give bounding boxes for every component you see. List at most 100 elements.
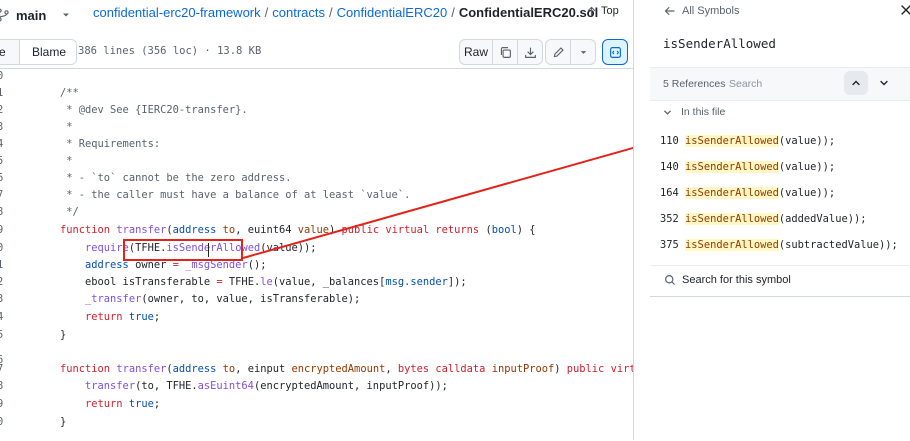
code-token: ;: [153, 311, 161, 323]
line-number[interactable]: 5: [0, 153, 7, 170]
line-number[interactable]: 1: [0, 85, 7, 102]
reference-match: isSenderAllowed: [685, 213, 779, 225]
breadcrumb-contracts[interactable]: contracts: [272, 5, 325, 20]
blame-tab[interactable]: Blame: [20, 40, 77, 64]
text-cursor: [208, 243, 209, 257]
line-number[interactable]: 9: [0, 222, 7, 239]
all-symbols-link[interactable]: All Symbols: [664, 5, 739, 17]
code-text: * @dev See {IERC20-transfer}.: [60, 102, 248, 119]
download-button[interactable]: [518, 40, 542, 64]
code-text: /**: [60, 85, 79, 102]
line-number[interactable]: 3: [0, 119, 7, 136]
chevron-down-icon: [663, 109, 672, 115]
code-token: (encryptedAmount, inputProof));: [253, 380, 448, 392]
code-line: 9 return true;: [0, 396, 634, 413]
reference-item[interactable]: 375 isSenderAllowed(subtractedValue));: [660, 234, 910, 256]
code-line: 8 */: [0, 204, 634, 221]
line-number[interactable]: 7: [0, 187, 7, 204]
code-token: return: [60, 311, 129, 323]
branch-selector[interactable]: main: [0, 4, 72, 26]
code-token: * - the caller must have a balance of at…: [60, 189, 411, 201]
symbols-panel-toggle[interactable]: [602, 39, 628, 65]
file-header: main confidential-erc20-framework / contra…: [0, 0, 634, 28]
code-token: ();: [247, 259, 267, 271]
code-token: * Requirements:: [60, 138, 161, 150]
code-line: 7 * - the caller must have a balance of …: [0, 187, 634, 204]
pencil-icon: [553, 46, 564, 57]
code-line: 8 transfer(to, TFHE.asEuint64(encryptedA…: [0, 378, 634, 395]
code-token: bytes calldata: [397, 363, 492, 375]
search-for-symbol[interactable]: Search for this symbol: [650, 265, 910, 297]
code-line: 3 _transfer(owner, to, value, isTransfer…: [0, 291, 634, 308]
breadcrumb-repo[interactable]: confidential-erc20-framework: [93, 5, 261, 20]
code-token: msg.sender: [385, 276, 448, 288]
in-this-file-group[interactable]: In this file: [662, 106, 725, 118]
line-number[interactable]: 4: [0, 136, 7, 153]
code-token: ]);: [447, 276, 467, 288]
symbols-icon: [609, 46, 621, 58]
edit-dropdown-button[interactable]: [571, 40, 595, 64]
line-number[interactable]: 7: [0, 361, 7, 378]
line-number[interactable]: 3: [0, 291, 7, 308]
line-number[interactable]: 8: [0, 204, 7, 221]
line-number[interactable]: 2: [0, 274, 7, 291]
code-line: 0 require(TFHE.isSenderAllowed(value));: [0, 240, 634, 257]
code-token: TFHE.: [228, 276, 261, 288]
top-button[interactable]: Top: [586, 5, 619, 17]
code-token: transfer: [116, 224, 167, 236]
line-number[interactable]: 8: [0, 378, 7, 395]
references-search[interactable]: Search: [729, 78, 762, 90]
code-token: ebool isTransferable: [60, 276, 217, 288]
line-number[interactable]: 4: [0, 309, 7, 326]
code-text: return true;: [60, 309, 160, 326]
code-token: ;: [153, 398, 161, 410]
reference-item[interactable]: 140 isSenderAllowed(value));: [660, 156, 910, 178]
code-token: asEuint64: [197, 380, 254, 392]
edit-button[interactable]: [546, 40, 571, 64]
code-token: *: [60, 155, 73, 167]
code-line: 5 *: [0, 153, 634, 170]
code-token: return: [60, 398, 129, 410]
line-number[interactable]: 5: [0, 327, 7, 344]
breadcrumb-folder[interactable]: ConfidentialERC20: [337, 5, 448, 20]
line-number[interactable]: 0: [0, 414, 7, 431]
line-number[interactable]: 1: [0, 257, 7, 274]
reference-match: isSenderAllowed: [685, 135, 779, 147]
line-number[interactable]: 0: [0, 240, 7, 257]
reference-rest: (subtractedValue));: [778, 239, 898, 251]
code-tab[interactable]: e: [0, 40, 20, 64]
code-token: * - `to` cannot be the zero address.: [60, 172, 292, 184]
code-line: 6 * - `to` cannot be the zero address.: [0, 170, 634, 187]
code-token: function: [60, 363, 117, 375]
code-token: (value, _balances[: [272, 276, 386, 288]
close-icon[interactable]: [899, 3, 910, 17]
reference-item[interactable]: 110 isSenderAllowed(value));: [660, 130, 910, 152]
raw-button[interactable]: Raw: [460, 40, 493, 64]
code-token: public virtual returns: [341, 224, 486, 236]
line-number[interactable]: 2: [0, 102, 7, 119]
code-text: * Requirements:: [60, 136, 160, 153]
code-text: }: [60, 414, 66, 431]
code-line: 5}: [0, 327, 634, 344]
code-text: _transfer(owner, to, value, isTransferab…: [60, 291, 360, 308]
code-token: * @dev See {IERC20-transfer}.: [60, 104, 248, 116]
copy-button[interactable]: [493, 40, 518, 64]
expand-references-button[interactable]: [872, 71, 896, 95]
reference-item[interactable]: 164 isSenderAllowed(value));: [660, 182, 910, 204]
view-toggle: e Blame: [0, 39, 78, 65]
code-token: */: [60, 206, 79, 218]
code-token: , euint64: [235, 224, 298, 236]
reference-rest: (value));: [778, 135, 836, 147]
line-number[interactable]: 0: [0, 69, 7, 85]
reference-rest: (value));: [778, 187, 836, 199]
search-for-symbol-label: Search for this symbol: [682, 274, 791, 286]
reference-item[interactable]: 352 isSenderAllowed(addedValue));: [660, 208, 910, 230]
code-line: 0: [0, 69, 634, 85]
code-token: le: [260, 276, 273, 288]
code-token: address: [172, 363, 223, 375]
code-token: (to, TFHE.: [135, 380, 198, 392]
line-number[interactable]: 6: [0, 170, 7, 187]
collapse-references-button[interactable]: [844, 71, 868, 95]
line-number[interactable]: 9: [0, 396, 7, 413]
all-symbols-label: All Symbols: [682, 5, 740, 17]
